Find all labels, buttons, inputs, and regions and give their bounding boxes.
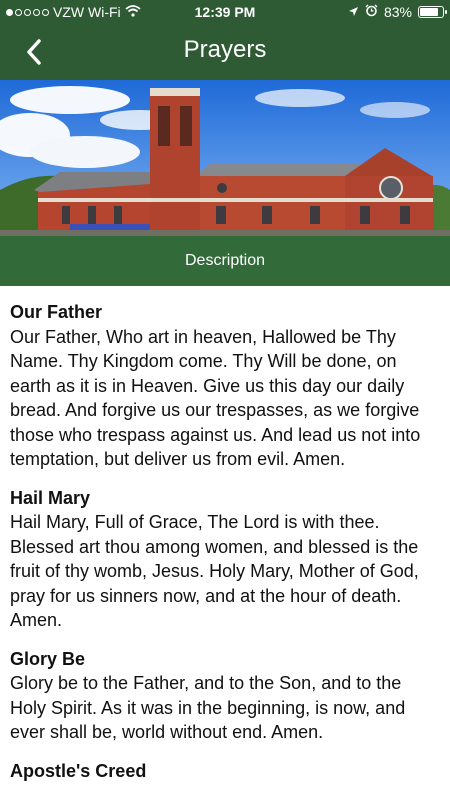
prayer-title: Apostle's Creed [10,760,147,781]
prayer-item: Apostle's Creed [10,759,440,784]
page-title: Prayers [183,36,267,63]
prayer-item: Hail Mary Hail Mary, Full of Grace, The … [10,486,440,633]
prayer-item: Glory Be Glory be to the Father, and to … [10,647,440,745]
prayer-text: Glory be to the Father, and to the Son, … [10,673,406,742]
prayer-text: Our Father, Who art in heaven, Hallowed … [10,326,421,470]
prayer-title: Our Father [10,302,103,322]
status-bar: VZW Wi-Fi 12:39 PM 83% [0,0,450,24]
church-image [0,80,450,236]
prayer-list: Our Father Our Father, Who art in heaven… [10,300,440,797]
prayer-title: Glory Be [10,648,86,669]
location-icon [348,4,359,20]
app-header: VZW Wi-Fi 12:39 PM 83% Prayers [0,0,450,80]
prayer-text: Hail Mary, Full of Grace, The Lord is wi… [10,512,419,630]
battery-icon [418,6,447,18]
prayer-item: Our Father Our Father, Who art in heaven… [10,300,440,472]
prayer-title: Hail Mary [10,487,91,508]
battery-percent: 83% [383,4,412,20]
nav-bar: Prayers [0,24,450,80]
description-label: Description [184,252,266,269]
description-bar[interactable]: Description [0,236,450,286]
alarm-icon [365,4,378,20]
